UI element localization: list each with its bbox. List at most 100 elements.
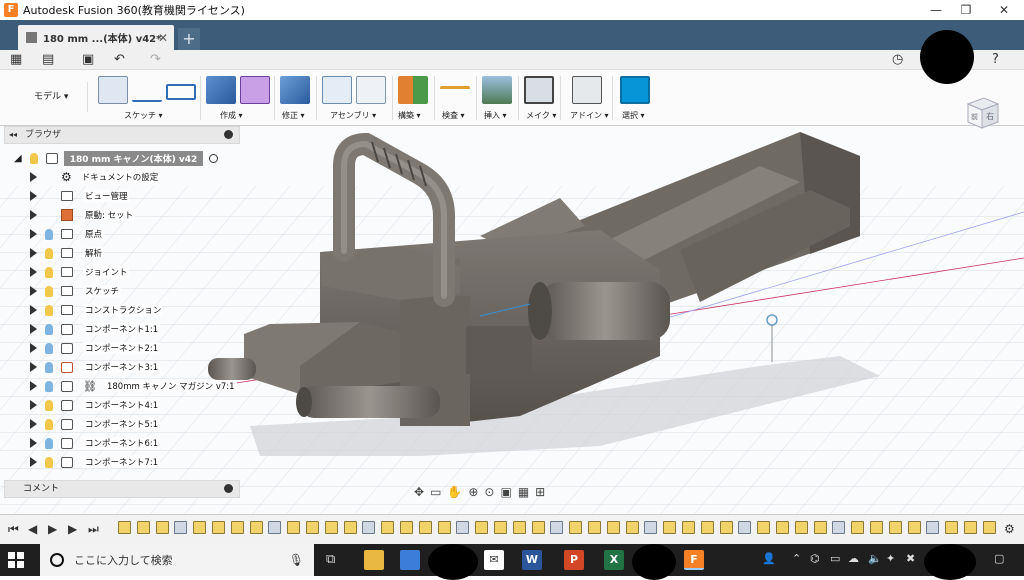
visibility-bulb-icon[interactable] — [45, 304, 53, 316]
expand-triangle-icon[interactable] — [30, 457, 37, 467]
fit-icon[interactable]: ⊙ — [484, 485, 494, 499]
expand-triangle-icon[interactable] — [30, 419, 37, 429]
timeline-feature-icon[interactable] — [982, 521, 996, 534]
timeline-feature-icon[interactable] — [136, 521, 150, 534]
visibility-bulb-icon[interactable] — [45, 437, 53, 449]
assemble-menu[interactable]: アセンブリ ▾ — [330, 110, 376, 121]
timeline-feature-icon[interactable] — [212, 521, 225, 534]
expand-triangle-icon[interactable] — [30, 305, 37, 315]
expand-triangle-icon[interactable] — [30, 400, 37, 410]
timeline-feature-icon[interactable] — [550, 521, 564, 534]
extrude-icon[interactable] — [206, 76, 236, 104]
zoom-icon[interactable]: ⊕ — [468, 485, 478, 499]
timeline-settings-gear-icon[interactable]: ⚙ — [1004, 522, 1015, 536]
timeline-feature-icon[interactable] — [794, 521, 808, 534]
timeline-feature-icon[interactable] — [306, 521, 319, 534]
create-sketch-icon[interactable] — [98, 76, 128, 104]
viewports-icon[interactable]: ⊞ — [535, 485, 545, 499]
create-menu[interactable]: 作成 ▾ — [220, 110, 243, 121]
new-tab-button[interactable]: + — [178, 28, 200, 50]
expand-triangle-icon[interactable] — [30, 324, 37, 334]
expand-triangle-icon[interactable] — [30, 438, 37, 448]
timeline-feature-icon[interactable] — [606, 521, 620, 534]
expand-triangle-icon[interactable] — [30, 381, 37, 391]
browser-item[interactable]: コンポーネント7:1 — [30, 454, 161, 470]
powerpoint-icon[interactable]: P — [564, 550, 584, 570]
timeline-feature-icon[interactable] — [249, 521, 263, 534]
timeline-back-icon[interactable]: ◀ — [28, 522, 37, 536]
timeline-feature-icon[interactable] — [494, 521, 507, 534]
offset-plane-icon[interactable] — [398, 76, 428, 104]
select-icon[interactable] — [620, 76, 650, 104]
timeline-feature-icon[interactable] — [926, 521, 940, 534]
timeline-feature-icon[interactable] — [719, 521, 733, 534]
browser-item[interactable]: ジョイント — [30, 264, 130, 280]
tab-close-icon[interactable]: ✕ — [158, 31, 168, 45]
timeline-start-icon[interactable]: ⏮ — [8, 522, 19, 537]
browser-item[interactable]: スケッチ — [30, 283, 122, 299]
visibility-bulb-icon[interactable] — [45, 266, 53, 278]
browser-item[interactable]: ビュー管理 — [30, 188, 130, 204]
measure-icon[interactable] — [440, 86, 470, 94]
timeline-feature-icon[interactable] — [418, 521, 432, 534]
taskbar-search-box[interactable]: ここに入力して検索 🎙 — [40, 544, 314, 576]
browser-pin-icon[interactable] — [224, 130, 233, 139]
timeline-feature-icon[interactable] — [400, 521, 413, 534]
timeline-feature-icon[interactable] — [268, 521, 282, 534]
expand-triangle-icon[interactable] — [30, 210, 37, 220]
expand-triangle-icon[interactable] — [30, 267, 37, 277]
workspace-switcher[interactable]: モデル ▾ — [8, 82, 88, 112]
browser-item[interactable]: コンポーネント3:1 — [30, 359, 161, 375]
timeline-forward-icon[interactable]: ▶ — [68, 522, 77, 536]
rectangle-icon[interactable] — [166, 84, 196, 100]
press-pull-icon[interactable] — [280, 76, 310, 104]
timeline-feature-icon[interactable] — [512, 521, 526, 534]
make-menu[interactable]: メイク ▾ — [526, 110, 556, 121]
timeline-feature-icon[interactable] — [700, 521, 714, 534]
document-tab[interactable]: 180 mm ...(本体) v42* ✕ — [18, 25, 174, 50]
expand-triangle-icon[interactable] — [30, 248, 37, 258]
timeline-feature-icon[interactable] — [531, 521, 545, 534]
fusion360-taskbar-icon[interactable]: F — [684, 550, 704, 570]
timeline-feature-icon[interactable] — [174, 521, 188, 534]
tray-app-icon[interactable]: ✖ — [906, 552, 915, 565]
close-button[interactable]: ✕ — [984, 0, 1024, 20]
excel-icon[interactable]: X — [604, 550, 624, 570]
timeline-feature-icon[interactable] — [738, 521, 752, 534]
form-icon[interactable] — [240, 76, 270, 104]
timeline-end-icon[interactable]: ⏭ — [88, 522, 99, 537]
browser-item[interactable]: 原動: セット — [30, 207, 136, 223]
browser-item[interactable]: 原点 — [30, 226, 105, 242]
modify-menu[interactable]: 修正 ▾ — [282, 110, 305, 121]
task-view-icon[interactable]: ⧉ — [326, 552, 335, 567]
viewcube[interactable]: 前 右 — [962, 92, 1002, 132]
timeline-feature-icon[interactable] — [625, 521, 639, 534]
addins-menu[interactable]: アドイン ▾ — [570, 110, 609, 121]
timeline-feature-icon[interactable] — [230, 521, 244, 534]
microphone-icon[interactable]: 🎙 — [289, 553, 304, 567]
3d-print-icon[interactable] — [524, 76, 554, 104]
visibility-bulb-icon[interactable] — [29, 152, 38, 164]
job-status-clock-icon[interactable]: ◷ — [892, 52, 903, 67]
timeline-feature-icon[interactable] — [644, 521, 658, 534]
timeline-feature-icon[interactable] — [964, 521, 977, 534]
visibility-bulb-icon[interactable] — [45, 361, 53, 373]
timeline-feature-icon[interactable] — [870, 521, 883, 534]
timeline-feature-icon[interactable] — [813, 521, 827, 534]
file-explorer-icon[interactable] — [364, 550, 384, 570]
timeline-feature-icon[interactable] — [945, 521, 959, 534]
dropbox-icon[interactable]: ✦ — [886, 552, 895, 565]
comments-panel[interactable]: コメント — [4, 480, 240, 498]
timeline-feature-icon[interactable] — [381, 521, 395, 534]
expand-triangle-icon[interactable] — [30, 343, 37, 353]
line-icon[interactable] — [132, 84, 162, 102]
timeline-feature-icon[interactable] — [343, 521, 357, 534]
browser-root-row[interactable]: ◢ 180 mm キャノン(本体) v42 — [14, 150, 219, 166]
timeline-feature-icon[interactable] — [287, 521, 301, 534]
save-icon[interactable]: ▣ — [82, 52, 94, 67]
apps-grid-icon[interactable]: ▦ — [10, 52, 22, 67]
display-settings-icon[interactable]: ▣ — [500, 485, 511, 499]
pan-hand-icon[interactable]: ✋ — [447, 485, 462, 499]
new-component-icon[interactable] — [322, 76, 352, 104]
timeline-feature-icon[interactable] — [118, 521, 131, 534]
